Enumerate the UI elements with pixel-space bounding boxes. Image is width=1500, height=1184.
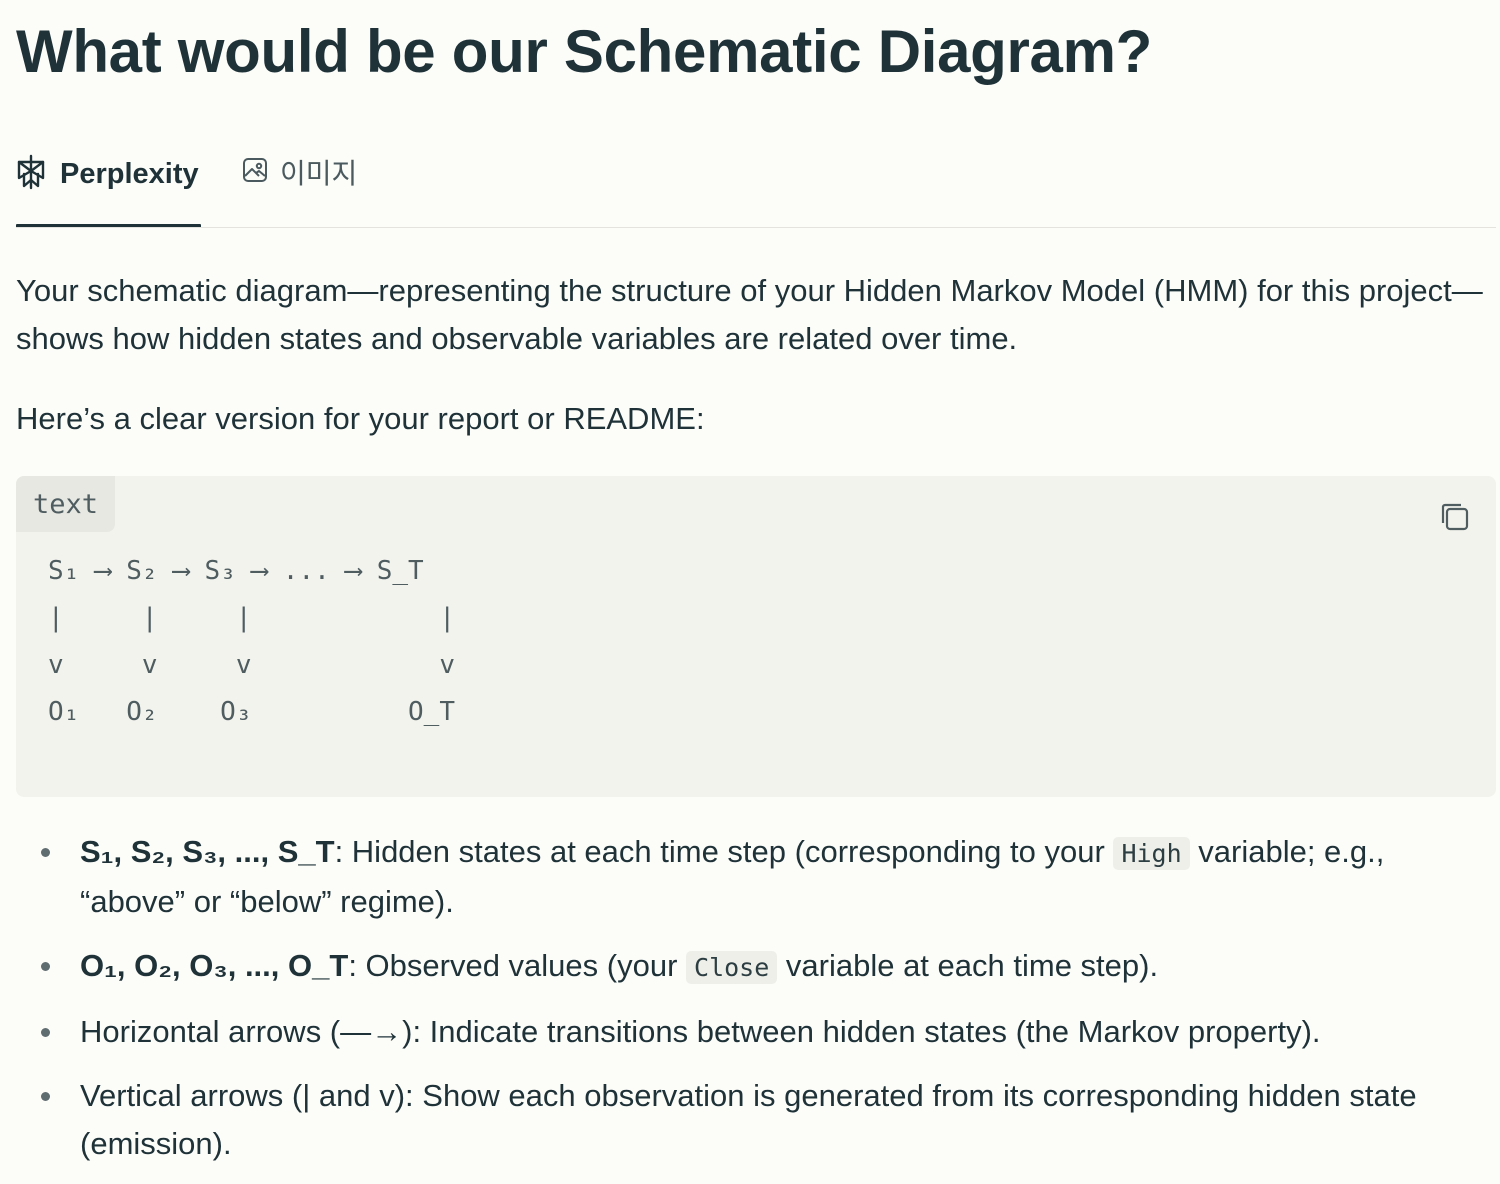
- list-item-term: O₁, O₂, O₃, ..., O_T: [80, 948, 349, 983]
- list-item-text: Horizontal arrows (—→): Indicate transit…: [80, 1014, 1321, 1049]
- list-item: Horizontal arrows (—→): Indicate transit…: [0, 1008, 1480, 1056]
- answer-tabs: Perplexity 이미지: [16, 140, 1496, 228]
- list-item-text: Vertical arrows (| and v): Show each obs…: [80, 1078, 1417, 1161]
- inline-code: Close: [686, 951, 778, 984]
- list-item-text: : Observed values (your: [348, 948, 687, 983]
- tabs-divider: [16, 227, 1496, 228]
- answer-intro: Your schematic diagram—representing the …: [16, 273, 1483, 356]
- tab-perplexity[interactable]: Perplexity: [16, 140, 201, 228]
- answer-page: What would be our Schematic Diagram? Per…: [0, 0, 1500, 1174]
- code-block: text S₁ ⟶ S₂ ⟶ S₃ ⟶ ... ⟶ S_T | | | | v …: [16, 476, 1496, 797]
- answer-lead: Here’s a clear version for your report o…: [16, 401, 705, 436]
- page-title: What would be our Schematic Diagram?: [16, 18, 1153, 85]
- tab-images-label: 이미지: [280, 158, 358, 189]
- list-item: O₁, O₂, O₃, ..., O_T: Observed values (y…: [0, 942, 1480, 992]
- list-item: S₁, S₂, S₃, ..., S_T: Hidden states at e…: [0, 828, 1480, 926]
- list-item-term: S₁, S₂, S₃, ..., S_T: [80, 834, 335, 869]
- image-icon: [242, 157, 268, 188]
- list-item: Vertical arrows (| and v): Show each obs…: [0, 1072, 1480, 1168]
- tab-images[interactable]: 이미지: [242, 140, 357, 228]
- list-item-text: : Hidden states at each time step (corre…: [334, 834, 1114, 869]
- copy-icon[interactable]: [1438, 500, 1472, 534]
- list-item-text: variable at each time step).: [777, 948, 1159, 983]
- explanation-list: S₁, S₂, S₃, ..., S_T: Hidden states at e…: [0, 828, 1480, 1184]
- perplexity-logo-icon: [16, 154, 46, 195]
- inline-code: High: [1113, 837, 1190, 870]
- code-language-label: text: [16, 476, 115, 532]
- tab-perplexity-label: Perplexity: [60, 157, 199, 190]
- code-content: S₁ ⟶ S₂ ⟶ S₃ ⟶ ... ⟶ S_T | | | | v v v v…: [48, 556, 455, 727]
